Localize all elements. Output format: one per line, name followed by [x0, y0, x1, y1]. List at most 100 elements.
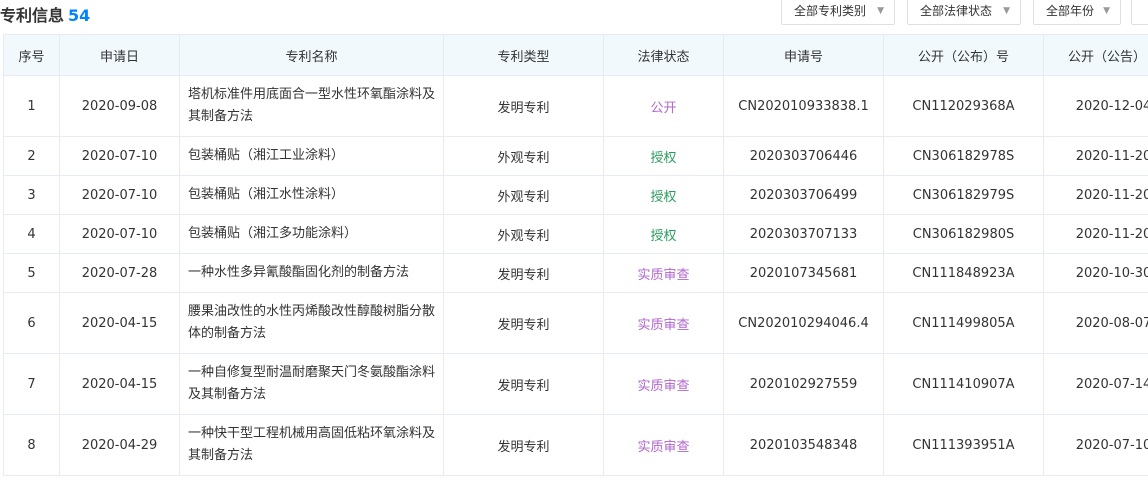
- cell-apply-date: 2020-07-28: [59, 253, 180, 293]
- cell-pub-date: 2020-08-07: [1043, 292, 1148, 354]
- cell-legal-status: 授权: [603, 175, 724, 215]
- table-row: 2 2020-07-10 包装桶贴（湘江工业涂料） 外观专利 授权 20203037064…: [3, 136, 1148, 176]
- cell-pub-date: 2020-11-20: [1043, 175, 1148, 215]
- status-text: 授权: [650, 228, 677, 244]
- col-header-no: 序号: [3, 34, 60, 76]
- cell-legal-status: 实质审查: [603, 292, 724, 354]
- cell-app-no: CN202010933838.1: [723, 75, 884, 137]
- col-header-pub-date: 公开（公告）日: [1043, 34, 1148, 76]
- table-row: 5 2020-07-28 一种水性多异氰酸酯固化剂的制备方法 发明专利 实质审查 2020…: [3, 253, 1148, 293]
- col-header-pub-no: 公开（公布）号: [883, 34, 1044, 76]
- cell-legal-status: 授权: [603, 214, 724, 254]
- cell-app-no: CN202010294046.4: [723, 292, 884, 354]
- section-title: 专利信息 54: [0, 2, 90, 26]
- table-row: 6 2020-04-15 腰果油改性的水性丙烯酸改性醇酸树脂分散体的制备方法 发明专利…: [3, 292, 1148, 354]
- cell-patent-type: 发明专利: [443, 253, 604, 293]
- cell-app-no: 2020303707133: [723, 214, 884, 254]
- cell-app-no: 2020102927559: [723, 353, 884, 415]
- status-text: 授权: [650, 189, 677, 205]
- patent-count: 54: [68, 6, 91, 25]
- col-header-apply-date: 申请日: [59, 34, 180, 76]
- table-row: 7 2020-04-15 一种自修复型耐温耐磨聚天门冬氨酸酯涂料及其制备方法 发明专利…: [3, 353, 1148, 415]
- cell-patent-type: 外观专利: [443, 136, 604, 176]
- cell-patent-name[interactable]: 腰果油改性的水性丙烯酸改性醇酸树脂分散体的制备方法: [179, 292, 444, 354]
- cell-patent-name[interactable]: 包装桶贴（湘江多功能涂料）: [179, 214, 444, 254]
- col-header-app-no: 申请号: [723, 34, 884, 76]
- status-text: 实质审查: [637, 378, 690, 394]
- cell-pub-no: CN111393951A: [883, 414, 1044, 476]
- cell-patent-type: 外观专利: [443, 214, 604, 254]
- table-row: 4 2020-07-10 包装桶贴（湘江多功能涂料） 外观专利 授权 2020303707…: [3, 214, 1148, 254]
- cell-patent-name[interactable]: 塔机标准件用底面合一型水性环氧酯涂料及其制备方法: [179, 75, 444, 137]
- cell-no: 3: [3, 175, 60, 215]
- cell-patent-type: 外观专利: [443, 175, 604, 215]
- extra-filter[interactable]: [1131, 0, 1148, 25]
- table-row: 8 2020-04-29 一种快干型工程机械用高固低粘环氧涂料及其制备方法 发明专利 实…: [3, 414, 1148, 476]
- cell-app-no: 2020303706446: [723, 136, 884, 176]
- cell-pub-no: CN306182979S: [883, 175, 1044, 215]
- filter-label: 全部法律状态: [920, 4, 993, 18]
- cell-pub-date: 2020-11-20: [1043, 214, 1148, 254]
- caret-down-icon: ▼: [1003, 6, 1010, 16]
- filter-label: 全部年份: [1046, 4, 1095, 18]
- cell-legal-status: 实质审查: [603, 253, 724, 293]
- table-header-row: 序号 申请日 专利名称 专利类型 法律状态 申请号 公开（公布）号 公开（公告）…: [3, 34, 1148, 76]
- cell-pub-date: 2020-11-20: [1043, 136, 1148, 176]
- cell-patent-type: 发明专利: [443, 292, 604, 354]
- cell-patent-name[interactable]: 包装桶贴（湘江工业涂料）: [179, 136, 444, 176]
- cell-pub-no: CN306182980S: [883, 214, 1044, 254]
- caret-down-icon: ▼: [1103, 6, 1110, 16]
- col-header-name: 专利名称: [179, 34, 444, 76]
- cell-pub-no: CN111499805A: [883, 292, 1044, 354]
- col-header-status: 法律状态: [603, 34, 724, 76]
- cell-pub-date: 2020-10-30: [1043, 253, 1148, 293]
- cell-apply-date: 2020-07-10: [59, 214, 180, 254]
- cell-apply-date: 2020-04-15: [59, 353, 180, 415]
- cell-patent-type: 发明专利: [443, 414, 604, 476]
- cell-patent-name[interactable]: 一种水性多异氰酸酯固化剂的制备方法: [179, 253, 444, 293]
- year-filter[interactable]: 全部年份 ▼: [1033, 0, 1121, 25]
- status-text: 实质审查: [637, 317, 690, 333]
- col-header-type: 专利类型: [443, 34, 604, 76]
- status-text: 实质审查: [637, 439, 690, 455]
- cell-app-no: 2020103548348: [723, 414, 884, 476]
- cell-patent-name[interactable]: 一种快干型工程机械用高固低粘环氧涂料及其制备方法: [179, 414, 444, 476]
- legal-status-filter[interactable]: 全部法律状态 ▼: [907, 0, 1021, 25]
- cell-apply-date: 2020-07-10: [59, 175, 180, 215]
- patent-table: 序号 申请日 专利名称 专利类型 法律状态 申请号 公开（公布）号 公开（公告）…: [3, 34, 1148, 476]
- cell-no: 8: [3, 414, 60, 476]
- cell-pub-no: CN111410907A: [883, 353, 1044, 415]
- status-text: 实质审查: [637, 267, 690, 283]
- cell-pub-date: 2020-07-10: [1043, 414, 1148, 476]
- cell-no: 6: [3, 292, 60, 354]
- cell-app-no: 2020303706499: [723, 175, 884, 215]
- cell-legal-status: 实质审查: [603, 353, 724, 415]
- table-row: 3 2020-07-10 包装桶贴（湘江水性涂料） 外观专利 授权 20203037064…: [3, 175, 1148, 215]
- cell-patent-type: 发明专利: [443, 353, 604, 415]
- status-text: 授权: [650, 150, 677, 166]
- caret-down-icon: ▼: [877, 6, 884, 16]
- title-text: 专利信息: [0, 6, 65, 25]
- cell-app-no: 2020107345681: [723, 253, 884, 293]
- cell-apply-date: 2020-07-10: [59, 136, 180, 176]
- filter-label: 全部专利类别: [794, 4, 867, 18]
- cell-patent-name[interactable]: 一种自修复型耐温耐磨聚天门冬氨酸酯涂料及其制备方法: [179, 353, 444, 415]
- patent-header: 专利信息 54 全部专利类别 ▼ 全部法律状态 ▼ 全部年份 ▼: [0, 0, 1148, 30]
- status-text: 公开: [650, 100, 677, 116]
- cell-no: 2: [3, 136, 60, 176]
- cell-pub-no: CN306182978S: [883, 136, 1044, 176]
- cell-apply-date: 2020-04-15: [59, 292, 180, 354]
- cell-pub-no: CN112029368A: [883, 75, 1044, 137]
- patent-category-filter[interactable]: 全部专利类别 ▼: [781, 0, 895, 25]
- cell-no: 7: [3, 353, 60, 415]
- cell-apply-date: 2020-04-29: [59, 414, 180, 476]
- cell-no: 5: [3, 253, 60, 293]
- cell-legal-status: 实质审查: [603, 414, 724, 476]
- cell-patent-name[interactable]: 包装桶贴（湘江水性涂料）: [179, 175, 444, 215]
- cell-patent-type: 发明专利: [443, 75, 604, 137]
- cell-legal-status: 授权: [603, 136, 724, 176]
- table-row: 1 2020-09-08 塔机标准件用底面合一型水性环氧酯涂料及其制备方法 发明专利 公…: [3, 75, 1148, 137]
- cell-apply-date: 2020-09-08: [59, 75, 180, 137]
- cell-no: 1: [3, 75, 60, 137]
- cell-pub-no: CN111848923A: [883, 253, 1044, 293]
